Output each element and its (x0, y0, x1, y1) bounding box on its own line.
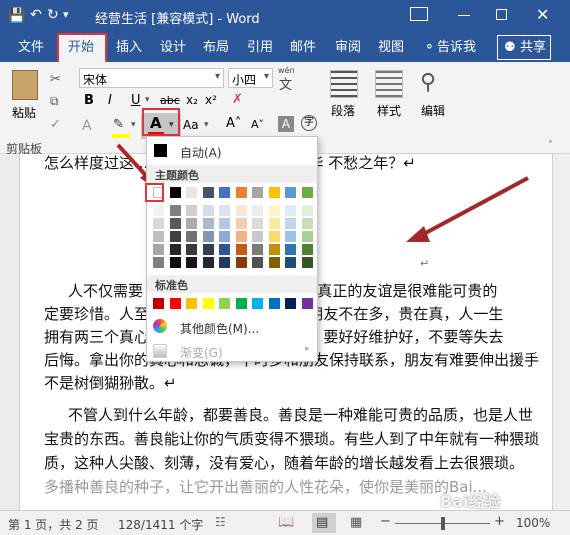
theme-swatch[interactable] (252, 187, 263, 198)
standard-swatch[interactable] (268, 298, 280, 309)
theme-shade-swatch[interactable] (202, 218, 214, 229)
theme-shade-swatch[interactable] (153, 244, 164, 255)
theme-shade-swatch[interactable] (186, 218, 197, 229)
theme-shade-swatch[interactable] (285, 205, 296, 216)
theme-shade-swatch[interactable] (252, 205, 263, 216)
theme-shade-swatch[interactable] (219, 218, 230, 229)
zoom-out-button[interactable]: − (380, 514, 391, 529)
theme-shade-swatch[interactable] (202, 231, 214, 242)
theme-shade-swatch[interactable] (169, 205, 181, 216)
theme-swatch[interactable] (169, 187, 181, 198)
standard-swatch[interactable] (169, 298, 181, 309)
theme-shade-swatch[interactable] (268, 218, 280, 229)
theme-shade-swatch[interactable] (252, 244, 263, 255)
theme-shade-swatch[interactable] (219, 244, 230, 255)
theme-shade-swatch[interactable] (235, 244, 247, 255)
theme-shade-swatch[interactable] (252, 231, 263, 242)
theme-swatch[interactable] (301, 187, 313, 198)
standard-swatch[interactable] (235, 298, 247, 309)
standard-header: 标准色 (147, 275, 317, 293)
theme-shade-swatch[interactable] (153, 205, 164, 216)
theme-shade-swatch[interactable] (268, 257, 280, 268)
theme-shade-swatch[interactable] (252, 218, 263, 229)
zoom-level[interactable]: 100% (516, 516, 550, 530)
word-count[interactable]: 128/1411 个字 (118, 516, 203, 533)
theme-shade-swatch[interactable] (268, 244, 280, 255)
watermark: Bai经验 (440, 492, 501, 511)
theme-shade-swatch[interactable] (285, 257, 296, 268)
auto-swatch (154, 144, 167, 157)
theme-swatch[interactable] (285, 187, 296, 198)
theme-colors-label: 主题颜色 (155, 169, 199, 182)
theme-shade-swatch[interactable] (219, 231, 230, 242)
theme-swatch[interactable] (186, 187, 197, 198)
standard-swatch[interactable] (186, 298, 197, 309)
standard-colors-label: 标准色 (155, 279, 188, 292)
standard-swatch[interactable] (202, 298, 214, 309)
theme-shade-swatch[interactable] (169, 244, 181, 255)
standard-swatch[interactable] (219, 298, 230, 309)
theme-shade-swatch[interactable] (301, 205, 313, 216)
arrow-right-head (406, 226, 430, 242)
page-count[interactable]: 第 1 页，共 2 页 (8, 516, 99, 533)
theme-shade-swatch[interactable] (153, 218, 164, 229)
arrow-right (419, 176, 529, 238)
theme-shade-swatch[interactable] (186, 257, 197, 268)
theme-shade-swatch[interactable] (219, 205, 230, 216)
theme-shade-swatch[interactable] (301, 244, 313, 255)
gradient-icon (153, 344, 167, 358)
theme-shade-swatch[interactable] (252, 257, 263, 268)
theme-shade-swatch[interactable] (301, 231, 313, 242)
theme-shade-swatch[interactable] (169, 218, 181, 229)
theme-swatch[interactable] (268, 187, 280, 198)
theme-shade-swatch[interactable] (285, 244, 296, 255)
theme-swatch[interactable] (219, 187, 230, 198)
theme-swatch[interactable] (235, 187, 247, 198)
proofing-icon[interactable]: ☷ (215, 515, 226, 529)
theme-shade-swatch[interactable] (153, 231, 164, 242)
gradient-label: 渐变(G) (180, 346, 223, 360)
theme-shade-swatch[interactable] (202, 257, 214, 268)
theme-shade-swatch[interactable] (186, 244, 197, 255)
read-mode-icon[interactable]: 📖 (278, 515, 294, 530)
standard-swatch[interactable] (252, 298, 263, 309)
standard-swatch[interactable] (301, 298, 313, 309)
theme-shade-swatch[interactable] (219, 257, 230, 268)
theme-shade-swatch[interactable] (301, 257, 313, 268)
theme-shade-swatch[interactable] (301, 218, 313, 229)
web-layout-icon[interactable]: ▦ (350, 515, 362, 530)
status-bar: 第 1 页，共 2 页 128/1411 个字 ☷ 📖 ▤ ▦ − + 100% (0, 510, 570, 535)
theme-shade-swatch[interactable] (268, 231, 280, 242)
theme-shade-swatch[interactable] (186, 205, 197, 216)
theme-header: 主题颜色 (147, 165, 317, 183)
theme-shade-swatch[interactable] (235, 257, 247, 268)
more-colors-label: 其他颜色(M)... (180, 322, 260, 336)
automatic-color-item[interactable]: 自动(A) (147, 141, 317, 161)
theme-shade-swatch[interactable] (285, 218, 296, 229)
standard-swatch[interactable] (285, 298, 296, 309)
theme-shade-swatch[interactable] (235, 231, 247, 242)
theme-shade-swatch[interactable] (169, 257, 181, 268)
theme-shade-swatch[interactable] (202, 205, 214, 216)
standard-swatch[interactable] (153, 298, 164, 309)
gradient-item: 渐变(G) ▸ (147, 341, 317, 361)
theme-shade-swatch[interactable] (202, 244, 214, 255)
theme-shade-swatch[interactable] (285, 231, 296, 242)
chevron-right-icon: ▸ (305, 344, 310, 354)
theme-shade-swatch[interactable] (268, 205, 280, 216)
theme-shade-swatch[interactable] (153, 257, 164, 268)
highlight-white-swatch (145, 183, 164, 202)
theme-shade-swatch[interactable] (235, 218, 247, 229)
theme-swatch[interactable] (202, 187, 214, 198)
zoom-slider-thumb[interactable] (440, 517, 445, 530)
auto-label: 自动(A) (180, 146, 222, 160)
more-colors-item[interactable]: 其他颜色(M)... (147, 317, 317, 337)
theme-shade-swatch[interactable] (235, 205, 247, 216)
theme-shade-swatch[interactable] (169, 231, 181, 242)
theme-shade-swatch[interactable] (186, 231, 197, 242)
zoom-in-button[interactable]: + (494, 514, 505, 529)
color-wheel-icon (153, 319, 167, 333)
font-color-dropdown: 自动(A) 主题颜色 标准色 其他颜色(M)... 渐变(G) ▸ (146, 136, 318, 362)
print-layout-icon[interactable]: ▤ (316, 515, 328, 530)
